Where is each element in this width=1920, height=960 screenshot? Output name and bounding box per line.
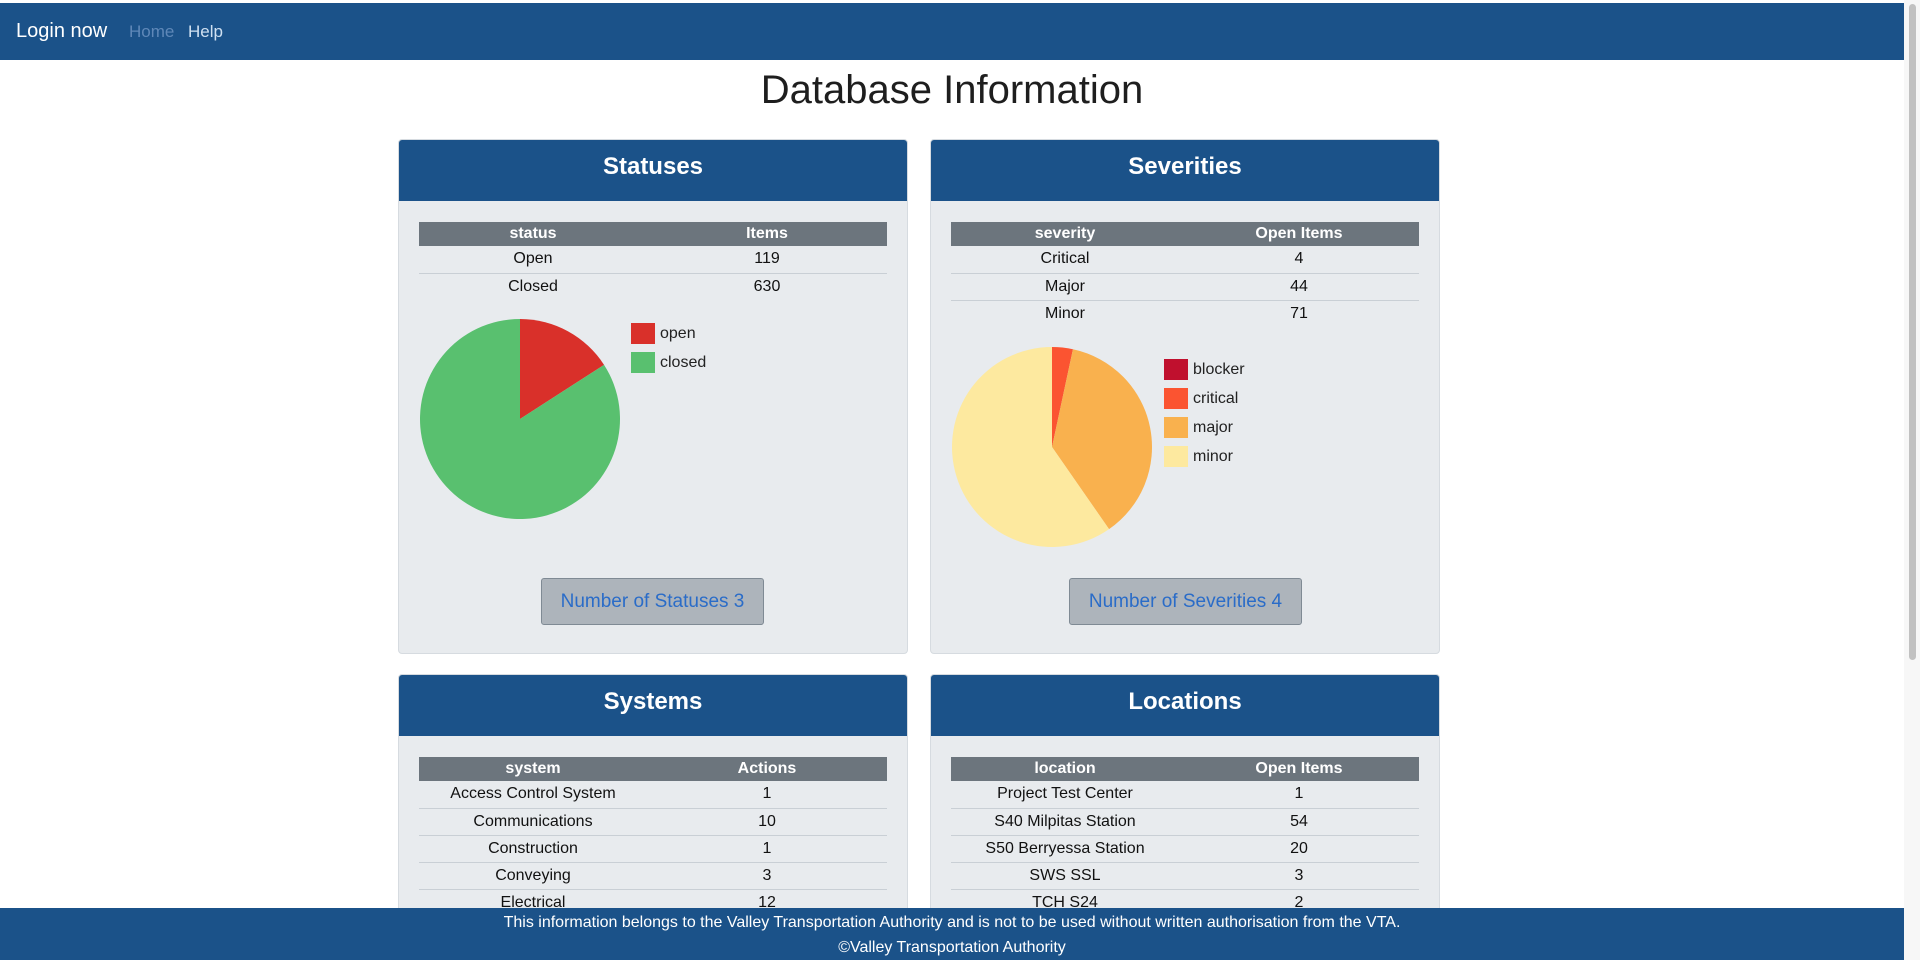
nav-help-link[interactable]: Help <box>188 3 223 60</box>
number-of-statuses-button[interactable]: Number of Statuses 3 <box>541 578 764 625</box>
legend-swatch-blocker <box>1164 359 1188 380</box>
severities-card: Severities severity Open Items Critical … <box>930 139 1440 654</box>
table-cell: Minor <box>1044 304 1085 322</box>
table-cell: 1 <box>1179 781 1419 809</box>
table-row: Closed 630 <box>419 273 887 300</box>
footer-copyright: ©Valley Transportation Authority <box>838 939 1066 956</box>
statuses-pie-chart <box>420 319 620 519</box>
legend-item-open[interactable]: open <box>631 319 706 348</box>
table-cell: S40 Milpitas Station <box>951 808 1179 836</box>
statuses-table: status Items Open 119 Closed 630 <box>419 222 887 300</box>
table-cell: Open <box>419 246 647 274</box>
legend-label: open <box>660 324 696 342</box>
table-cell: 4 <box>1179 246 1419 274</box>
legend-swatch-minor <box>1164 446 1188 467</box>
legend-item-minor[interactable]: minor <box>1164 442 1245 471</box>
table-cell: 44 <box>1179 273 1419 301</box>
table-cell: Access Control System <box>419 781 647 809</box>
table-cell: 1 <box>647 835 887 863</box>
table-cell: Critical <box>951 246 1179 274</box>
statuses-legend: open closed <box>631 319 706 377</box>
legend-item-closed[interactable]: closed <box>631 348 706 377</box>
footer-disclaimer: This information belongs to the Valley T… <box>503 914 1401 931</box>
legend-swatch-closed <box>631 352 655 373</box>
column-header: Actions <box>647 757 887 781</box>
table-cell: Construction <box>419 835 647 863</box>
column-header: status <box>419 222 647 246</box>
legend-label: critical <box>1193 389 1239 407</box>
table-cell: S50 Berryessa Station <box>951 835 1179 863</box>
legend-item-blocker[interactable]: blocker <box>1164 355 1245 384</box>
legend-item-major[interactable]: major <box>1164 413 1245 442</box>
legend-swatch-major <box>1164 417 1188 438</box>
severities-legend: blocker critical major minor <box>1164 355 1245 471</box>
table-cell: Major <box>951 273 1179 301</box>
table-row: S40 Milpitas Station 54 <box>951 808 1419 836</box>
table-cell: Closed <box>508 277 558 295</box>
top-navbar: Login now Home Help <box>0 3 1904 60</box>
column-header: severity <box>951 222 1179 246</box>
login-now-link[interactable]: Login now <box>16 3 107 60</box>
table-row: Project Test Center 1 <box>951 781 1419 809</box>
table-cell: 20 <box>1179 835 1419 863</box>
table-cell: 54 <box>1179 808 1419 836</box>
severities-pie-chart <box>952 347 1152 547</box>
table-header-row: status Items <box>419 222 887 246</box>
table-cell: 3 <box>1179 862 1419 890</box>
table-cell: 630 <box>753 277 781 295</box>
table-row: Critical 4 <box>951 246 1419 274</box>
table-row: Open 119 <box>419 246 887 274</box>
legend-label: closed <box>660 353 707 371</box>
table-header-row: severity Open Items <box>951 222 1419 246</box>
table-row: SWS SSL 3 <box>951 862 1419 890</box>
table-row: Conveying 3 <box>419 862 887 890</box>
systems-card-title: Systems <box>399 675 907 736</box>
table-row: Construction 1 <box>419 835 887 863</box>
table-cell: 1 <box>647 781 887 809</box>
table-row: Access Control System 1 <box>419 781 887 809</box>
table-cell: 71 <box>1290 304 1308 322</box>
table-header-row: system Actions <box>419 757 887 781</box>
legend-item-critical[interactable]: critical <box>1164 384 1245 413</box>
table-row: Major 44 <box>951 273 1419 301</box>
legend-swatch-critical <box>1164 388 1188 409</box>
page-title: Database Information <box>760 68 1144 112</box>
column-header: Open Items <box>1179 222 1419 246</box>
table-row: S50 Berryessa Station 20 <box>951 835 1419 863</box>
table-cell: Communications <box>419 808 647 836</box>
table-cell: 3 <box>647 862 887 890</box>
statuses-card-title: Statuses <box>399 140 907 201</box>
table-row: Minor 71 <box>951 300 1419 327</box>
systems-table: system Actions Access Control System 1 Co… <box>419 757 887 917</box>
severities-card-title: Severities <box>931 140 1439 201</box>
table-cell: Project Test Center <box>951 781 1179 809</box>
statuses-card: Statuses status Items Open 119 Closed 63… <box>398 139 908 654</box>
locations-table: location Open Items Project Test Center 1… <box>951 757 1419 917</box>
legend-label: blocker <box>1193 360 1245 378</box>
table-row: Communications 10 <box>419 808 887 836</box>
table-cell: 10 <box>647 808 887 836</box>
table-cell: SWS SSL <box>951 862 1179 890</box>
column-header: system <box>419 757 647 781</box>
table-header-row: location Open Items <box>951 757 1419 781</box>
scrollbar-thumb[interactable] <box>1909 4 1916 660</box>
table-cell: 119 <box>647 246 887 274</box>
column-header: Items <box>647 222 887 246</box>
vertical-scrollbar[interactable] <box>1904 0 1920 960</box>
column-header: Open Items <box>1179 757 1419 781</box>
legend-label: major <box>1193 418 1234 436</box>
legend-swatch-open <box>631 323 655 344</box>
nav-home-link[interactable]: Home <box>129 3 174 60</box>
severities-table: severity Open Items Critical 4 Major 44 … <box>951 222 1419 327</box>
legend-label: minor <box>1193 447 1234 465</box>
column-header: location <box>951 757 1179 781</box>
locations-card-title: Locations <box>931 675 1439 736</box>
number-of-severities-button[interactable]: Number of Severities 4 <box>1069 578 1302 625</box>
table-cell: Conveying <box>419 862 647 890</box>
page-footer: This information belongs to the Valley T… <box>0 908 1904 960</box>
